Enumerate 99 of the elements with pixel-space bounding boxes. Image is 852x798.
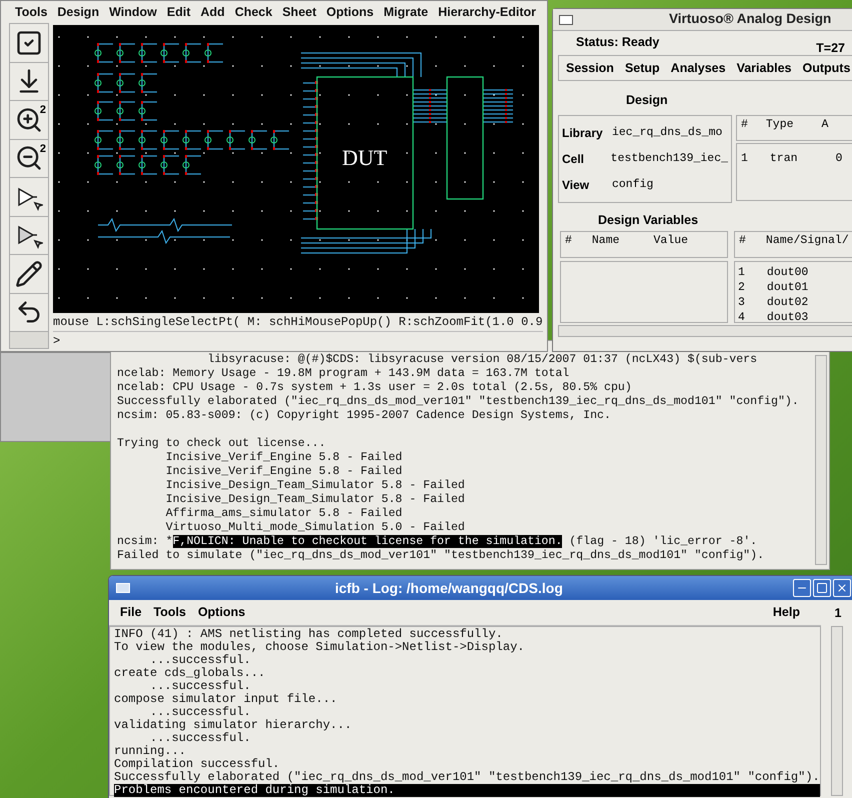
block-label: DUT bbox=[342, 144, 388, 172]
toolbar-button[interactable]: 2 bbox=[10, 140, 48, 178]
menu-item[interactable]: Migrate bbox=[384, 2, 428, 22]
status-text: Status: Ready bbox=[576, 34, 660, 51]
menu-item[interactable]: Options bbox=[198, 603, 246, 622]
log-line: ...successful. bbox=[149, 680, 252, 693]
table-cell-text: 0 bbox=[836, 151, 842, 167]
field-label: View bbox=[562, 177, 590, 194]
column-header: Name/Signal/ bbox=[766, 233, 849, 249]
menu-item[interactable]: Design bbox=[57, 2, 100, 22]
column-header: A bbox=[822, 117, 828, 133]
log-line: Successfully elaborated ("iec_rq_dns_ds_mod_ver101" "testbench139_iec_rq_dns_ds_mod101" "config"). bbox=[114, 771, 820, 784]
toolbar-button[interactable] bbox=[10, 178, 48, 216]
counter-text: 1 bbox=[834, 604, 842, 622]
menu-item[interactable]: Options bbox=[326, 2, 374, 22]
column-header: # bbox=[741, 117, 748, 133]
menu-item[interactable]: Help bbox=[772, 603, 800, 622]
toolbar-button[interactable]: 2 bbox=[10, 101, 48, 140]
field-label: Library bbox=[562, 125, 604, 142]
column-header: Type bbox=[766, 117, 794, 133]
console-line: Incisive_Verif_Engine 5.8 - Failed bbox=[164, 465, 404, 479]
log-line: compose simulator input file... bbox=[114, 693, 338, 706]
window-menu-icon[interactable] bbox=[559, 14, 573, 24]
console-line: Incisive_Design_Team_Simulator 5.8 - Failed bbox=[164, 493, 466, 507]
log-line: ...successful. bbox=[149, 654, 252, 667]
log-line: INFO (41) : AMS netlisting has completed successfully. bbox=[114, 628, 504, 641]
table-cell: 1 bbox=[738, 265, 745, 280]
table-cell: dout01 bbox=[766, 280, 808, 295]
menu-item[interactable]: Session bbox=[566, 58, 614, 78]
menu-item[interactable]: Sheet bbox=[282, 2, 316, 22]
toolbar-button[interactable] bbox=[10, 24, 48, 62]
menu-item[interactable]: Hierarchy-Editor bbox=[438, 2, 536, 22]
menu-item[interactable]: Check bbox=[234, 2, 272, 22]
table-cell: 4 bbox=[738, 310, 745, 322]
window-title: Virtuoso® Analog Design bbox=[669, 10, 832, 28]
column-header: Name bbox=[592, 233, 620, 249]
table-cell: 3 bbox=[738, 295, 745, 310]
column-header: Value bbox=[654, 233, 688, 249]
console-line: Successfully elaborated ("iec_rq_dns_ds_mod_ver101" "testbench139_iec_rq_dns_ds_mod101" "config"). bbox=[117, 395, 800, 409]
menu-item[interactable]: Edit bbox=[166, 2, 190, 22]
maximize-icon bbox=[816, 582, 828, 594]
command-field[interactable]: > bbox=[53, 331, 543, 349]
log-line: running... bbox=[114, 745, 188, 758]
toolbar-button[interactable] bbox=[10, 255, 48, 294]
menu-item[interactable]: File bbox=[120, 603, 142, 622]
scrollbar[interactable] bbox=[558, 325, 852, 337]
minimize-button[interactable] bbox=[793, 579, 811, 597]
checkmark-icon bbox=[15, 28, 43, 57]
schematic-canvas[interactable]: DUT bbox=[53, 25, 539, 313]
console-line: libsyracuse: @(#)$CDS: libsyracuse version 08/15/2007 01:37 (ncLX43) $(sub-vers bbox=[206, 353, 758, 367]
console-line: Affirma_ams_simulator 5.8 - Failed bbox=[164, 507, 404, 521]
table-cell-text: tran bbox=[770, 151, 798, 167]
console-line: ncelab: Memory Usage - 19.8M program + 143.9M data = 163.7M total bbox=[117, 367, 570, 381]
column-header: # bbox=[739, 233, 746, 249]
menu-item[interactable]: Variables bbox=[736, 58, 792, 78]
log-line: ...successful. bbox=[149, 706, 252, 719]
menu-item[interactable]: Outputs bbox=[802, 58, 850, 78]
scrollbar[interactable] bbox=[831, 626, 843, 796]
log-line: Compilation successful. bbox=[114, 758, 281, 771]
table-cell: dout03 bbox=[766, 310, 808, 322]
column-header: # bbox=[565, 233, 572, 249]
console-line: Incisive_Design_Team_Simulator 5.8 - Failed bbox=[164, 479, 466, 493]
console-line: Virtuoso_Multi_mode_Simulation 5.0 - Failed bbox=[164, 521, 466, 535]
toolbar-button[interactable] bbox=[10, 294, 48, 332]
console-line: Failed to simulate ("iec_rq_dns_ds_mod_ver101" "testbench139_iec_rq_dns_ds_mod101" "config"). bbox=[117, 549, 766, 563]
table-cell-text: 1 bbox=[741, 151, 748, 167]
menu-item[interactable]: Setup bbox=[624, 58, 660, 78]
temperature-text: T=27 bbox=[816, 40, 845, 55]
console-line: Incisive_Verif_Engine 5.8 - Failed bbox=[164, 451, 404, 465]
menu-item[interactable]: Tools bbox=[154, 603, 186, 622]
table-cell: dout00 bbox=[766, 265, 808, 280]
menu-item[interactable]: Window bbox=[109, 2, 157, 22]
mouse-status: mouse L:schSingleSelectPt( M: schHiMousePopUp() R:schZoomFit(1.0 0.9 bbox=[53, 314, 543, 331]
field-value: iec_rq_dns_ds_mo bbox=[612, 125, 722, 142]
maximize-button[interactable] bbox=[813, 579, 831, 597]
toolbar-button[interactable] bbox=[10, 62, 48, 101]
table-cell: dout02 bbox=[766, 295, 808, 310]
log-line: To view the modules, choose Simulation->Netlist->Display. bbox=[114, 641, 526, 654]
menu-item[interactable]: Tools bbox=[15, 2, 48, 22]
window-title: icfb - Log: /home/wangqq/CDS.log bbox=[335, 578, 563, 598]
section-heading: Design bbox=[626, 92, 669, 109]
close-icon bbox=[836, 582, 848, 594]
console-line: Trying to check out license... bbox=[117, 437, 327, 451]
table-cell: 2 bbox=[738, 280, 745, 295]
log-line: create cds_globals... bbox=[114, 667, 266, 680]
console-line: ncsim: 05.83-s009: (c) Copyright 1995-2007 Cadence Design Systems, Inc. bbox=[117, 409, 612, 423]
scrollbar[interactable] bbox=[815, 355, 827, 565]
log-line: ...successful. bbox=[149, 732, 252, 745]
section-heading: Design Variables bbox=[598, 212, 700, 229]
field-label: Cell bbox=[562, 151, 586, 168]
close-button[interactable] bbox=[833, 579, 851, 597]
toolbar-button[interactable] bbox=[10, 216, 48, 255]
field-value: config bbox=[612, 177, 654, 194]
log-line: validating simulator hierarchy... bbox=[114, 719, 353, 732]
menu-item[interactable]: Analyses bbox=[670, 58, 726, 78]
console-line: ncelab: CPU Usage - 0.7s system + 1.3s user = 2.0s total (2.5s, 80.5% cpu) bbox=[117, 381, 633, 395]
menu-item[interactable]: Add bbox=[200, 2, 225, 22]
field-value: testbench139_iec_ bbox=[610, 151, 728, 168]
pencil-icon bbox=[15, 260, 43, 288]
